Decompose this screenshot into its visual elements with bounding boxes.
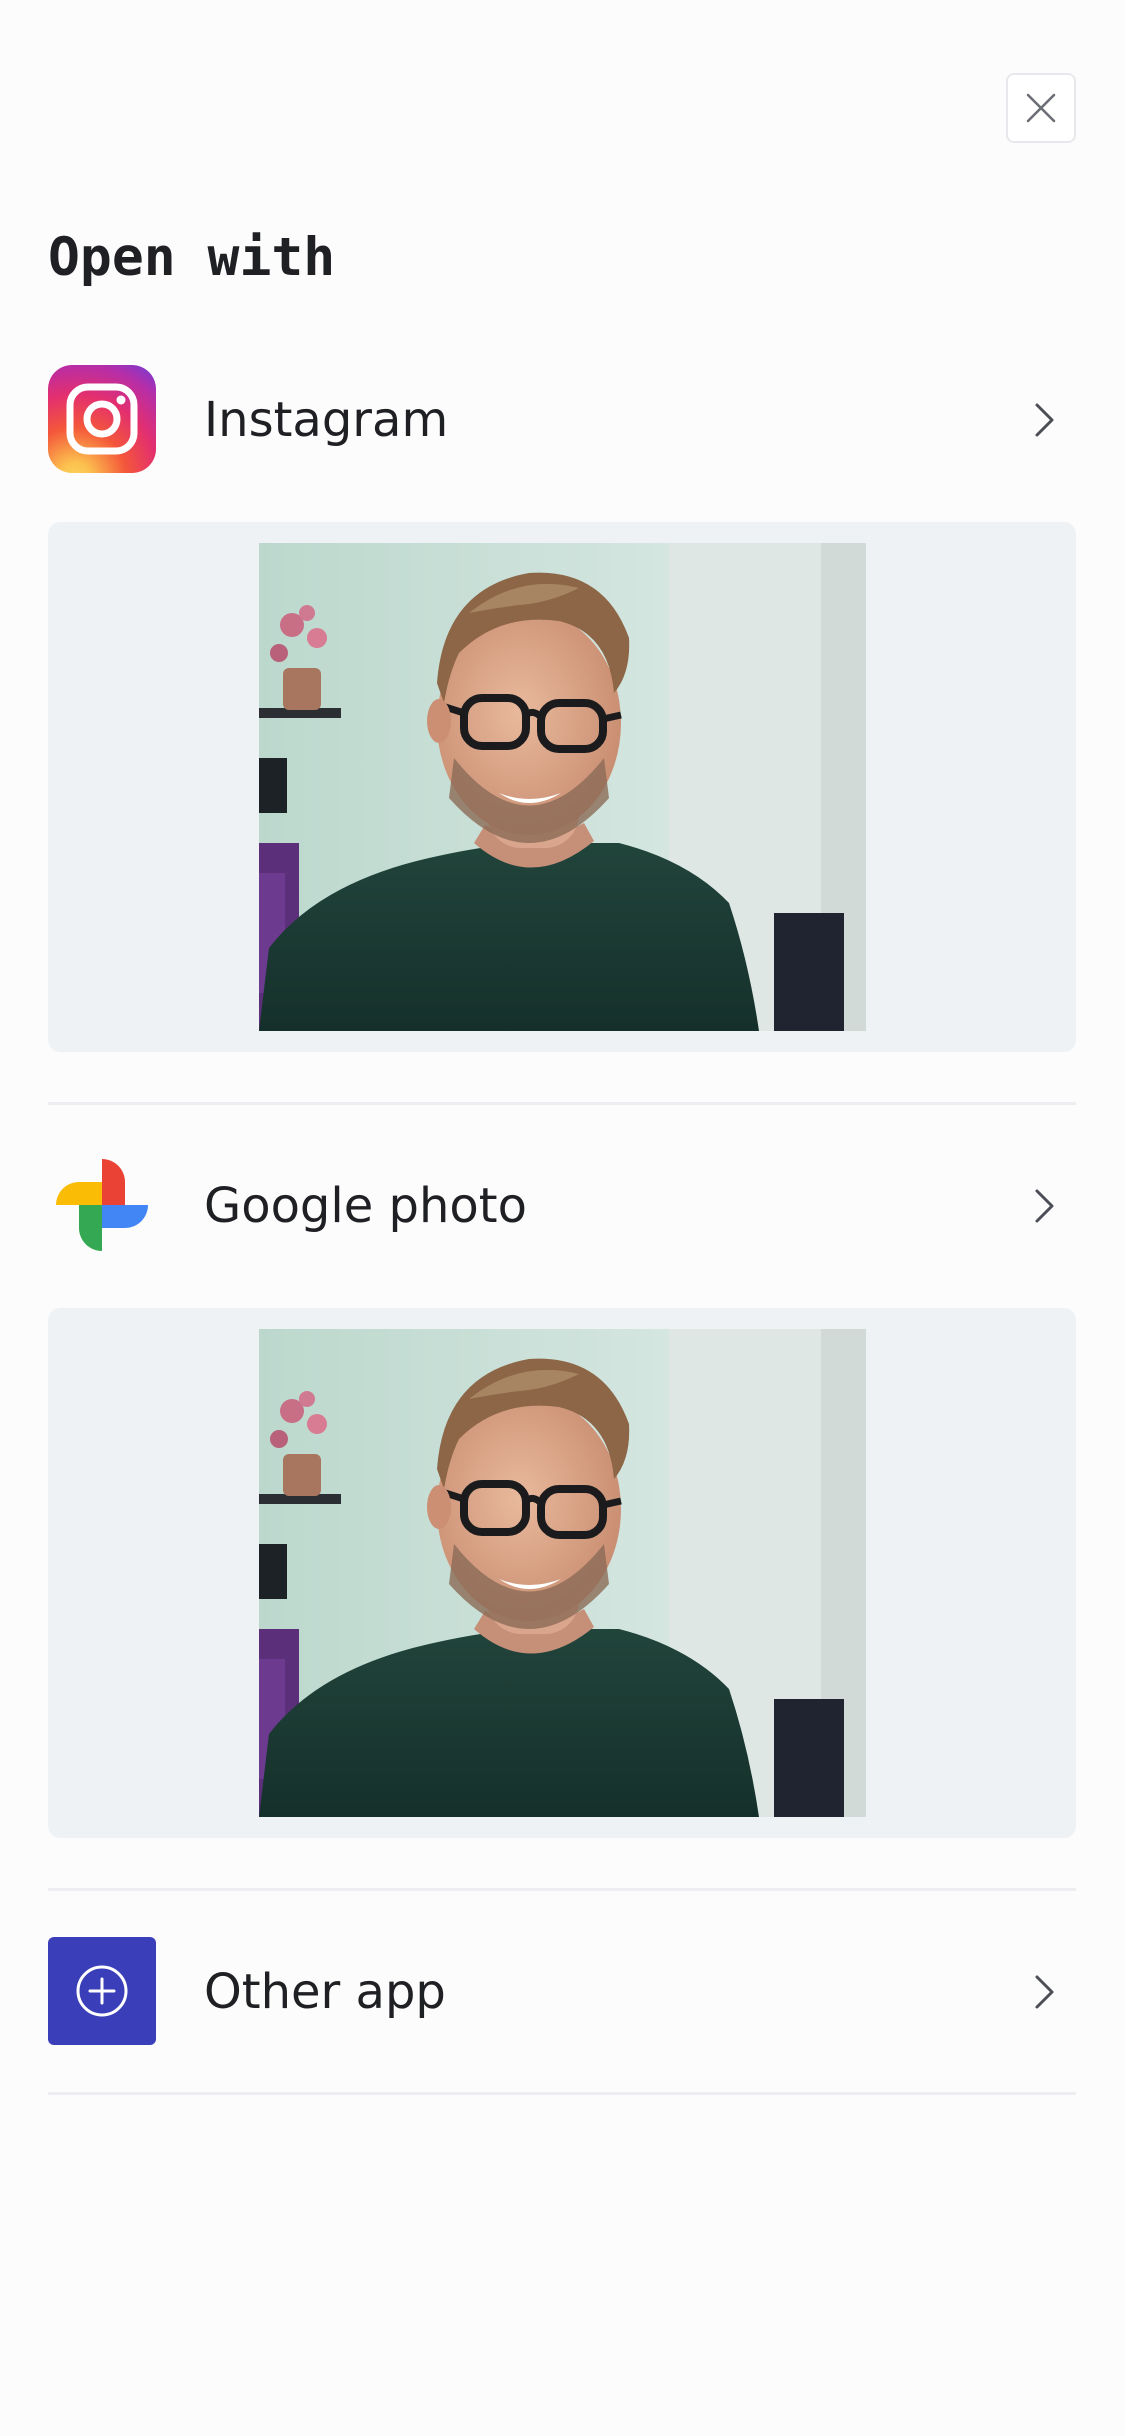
divider <box>48 1888 1076 1891</box>
app-label-other-app: Other app <box>204 1964 446 2020</box>
close-icon <box>1024 91 1058 125</box>
divider <box>48 1102 1076 1105</box>
instagram-preview-card[interactable] <box>48 522 1076 1052</box>
plus-circle-icon <box>48 1937 156 2045</box>
google-photos-icon <box>48 1151 156 1259</box>
page-title: Open with <box>48 227 336 288</box>
preview-photo <box>259 543 866 1031</box>
app-label-google-photo: Google photo <box>204 1178 527 1234</box>
app-row-instagram[interactable]: Instagram <box>48 365 1076 475</box>
instagram-icon <box>48 365 156 473</box>
app-label-instagram: Instagram <box>204 392 449 448</box>
app-row-google-photo[interactable]: Google photo <box>48 1151 1076 1261</box>
divider <box>48 2092 1076 2095</box>
google-photo-preview-card[interactable] <box>48 1308 1076 1838</box>
preview-photo <box>259 1329 866 1817</box>
chevron-right-icon <box>1026 402 1062 438</box>
chevron-right-icon <box>1026 1974 1062 2010</box>
app-row-other-app[interactable]: Other app <box>48 1937 1076 2047</box>
chevron-right-icon <box>1026 1188 1062 1224</box>
close-button[interactable] <box>1006 73 1076 143</box>
